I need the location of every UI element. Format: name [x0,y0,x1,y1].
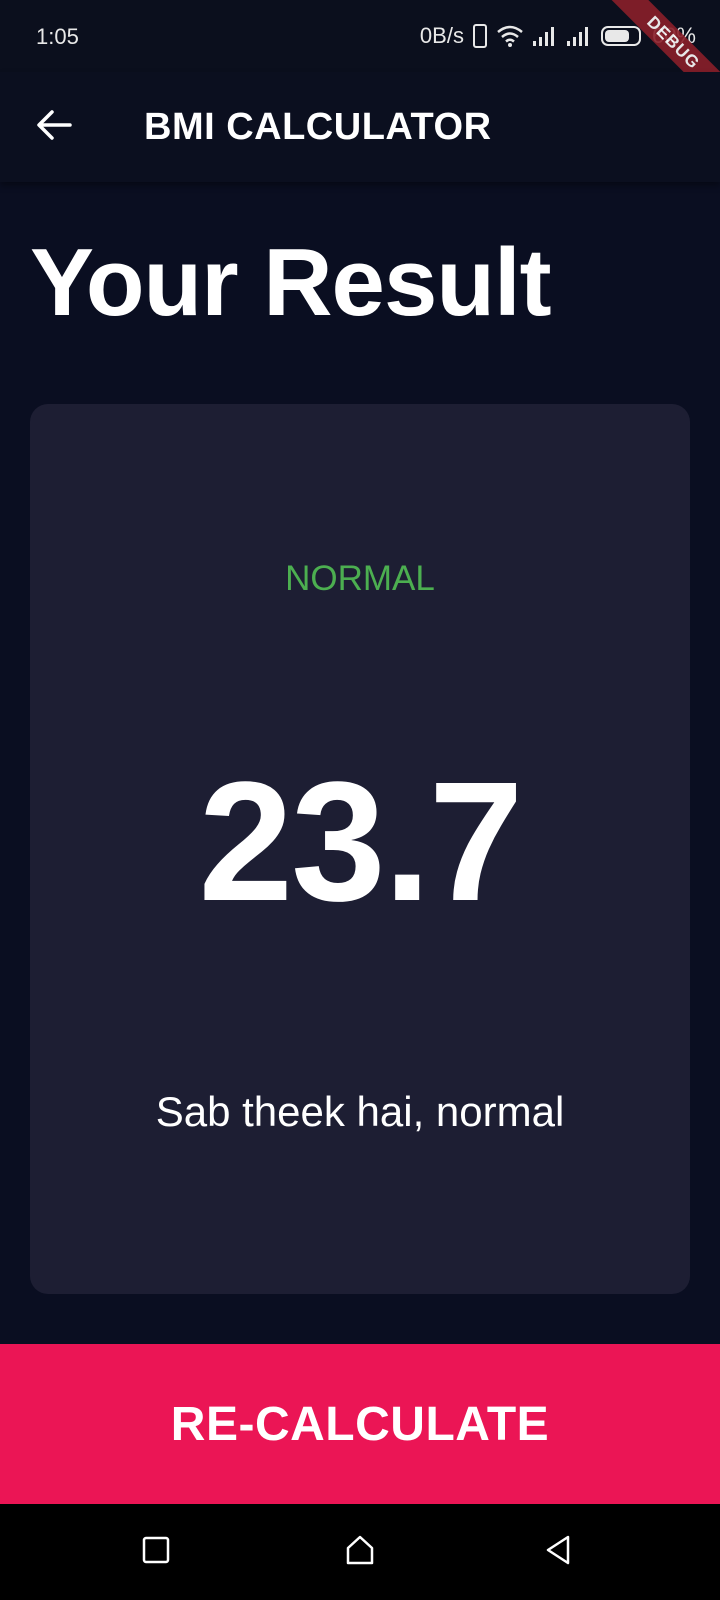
status-icons: 0B/s 60% [420,22,696,50]
status-bar: 1:05 0B/s 60% [0,0,720,72]
battery-icon [600,24,644,48]
home-button[interactable] [332,1524,388,1580]
system-nav-bar [0,1504,720,1600]
battery-percent: 60% [651,23,696,48]
bmi-category: NORMAL [285,559,435,598]
signal-icon [566,25,592,47]
back-nav-button[interactable] [530,1524,586,1580]
app-bar: BMI CALCULATOR [0,72,720,182]
arrow-left-icon [36,109,72,146]
bmi-message: Sab theek hai, normal [155,1088,565,1135]
bmi-value: 23.7 [198,747,524,937]
status-time: 1:05 [36,24,79,49]
result-card: NORMAL 23.7 Sab theek hai, normal [30,404,690,1294]
screen: 1:05 0B/s 60% DEBUG BMI CALCULATOR Your … [0,0,720,1600]
home-icon [344,1534,376,1571]
triangle-back-icon [544,1534,572,1571]
recents-button[interactable] [128,1524,184,1580]
square-recents-icon [142,1536,170,1569]
phone-icon [472,23,488,49]
app-title: BMI CALCULATOR [144,106,492,148]
network-speed: 0B/s [419,23,464,48]
signal-icon [532,25,558,47]
page-title: Your Result [30,229,552,336]
recalculate-button[interactable]: RE-CALCULATE [0,1344,720,1504]
back-button[interactable] [20,93,88,161]
recalculate-label: RE-CALCULATE [170,1397,550,1451]
wifi-icon [496,24,524,48]
